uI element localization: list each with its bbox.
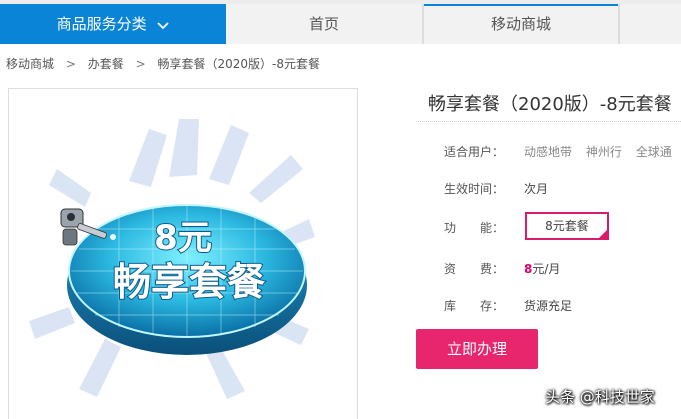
banner-plan-text: 畅享套餐: [113, 260, 265, 304]
breadcrumb-separator: >: [65, 56, 76, 71]
stock-label: 库 存：: [444, 299, 505, 313]
feature-label: 功 能：: [444, 221, 505, 235]
users-label: 适合用户：: [444, 145, 505, 159]
selected-check-icon: [599, 230, 607, 238]
user-option-quanqiutong[interactable]: 全球通: [636, 145, 672, 159]
breadcrumb-link-plans[interactable]: 办套餐: [88, 57, 124, 71]
price-unit: 元/月: [532, 262, 561, 276]
category-menu-button[interactable]: 商品服务分类: [0, 4, 226, 44]
users-options: 动感地带 神州行 全球通: [524, 143, 681, 160]
breadcrumb-link-mall[interactable]: 移动商城: [6, 57, 54, 71]
product-title: 畅享套餐（2020版）-8元套餐: [428, 94, 672, 115]
effective-value: 次月: [524, 182, 549, 196]
nav-home-link[interactable]: 首页: [226, 4, 422, 44]
nav-empty-tab: [620, 4, 681, 44]
chevron-down-icon: [157, 5, 170, 45]
user-option-dongganditai[interactable]: 动感地带: [524, 145, 572, 159]
product-image: 8元 畅享套餐: [8, 88, 358, 419]
breadcrumb-separator: >: [135, 56, 146, 71]
banner-price-text: 8元: [154, 218, 212, 258]
category-menu-label: 商品服务分类: [56, 15, 147, 33]
user-option-shenzhouxing[interactable]: 神州行: [586, 145, 622, 159]
price-value: 8元/月: [524, 260, 560, 277]
stock-value: 货源充足: [524, 299, 573, 313]
watermark: 头条 @科技世家: [545, 388, 655, 406]
price-label: 资 费：: [444, 262, 505, 276]
breadcrumb-current: 畅享套餐（2020版）-8元套餐: [157, 57, 320, 71]
title-divider: [416, 121, 681, 122]
nav-mall-link[interactable]: 移动商城: [424, 4, 618, 44]
apply-now-button[interactable]: 立即办理: [416, 329, 538, 369]
feature-option-selected[interactable]: 8元套餐: [525, 212, 609, 240]
breadcrumb: 移动商城 > 办套餐 > 畅享套餐（2020版）-8元套餐: [6, 55, 320, 72]
effective-label: 生效时间：: [444, 182, 505, 196]
product-banner-graphic: 8元 畅享套餐: [29, 119, 315, 399]
feature-option-label: 8元套餐: [545, 219, 589, 233]
top-nav: 商品服务分类 首页 移动商城: [0, 0, 681, 44]
